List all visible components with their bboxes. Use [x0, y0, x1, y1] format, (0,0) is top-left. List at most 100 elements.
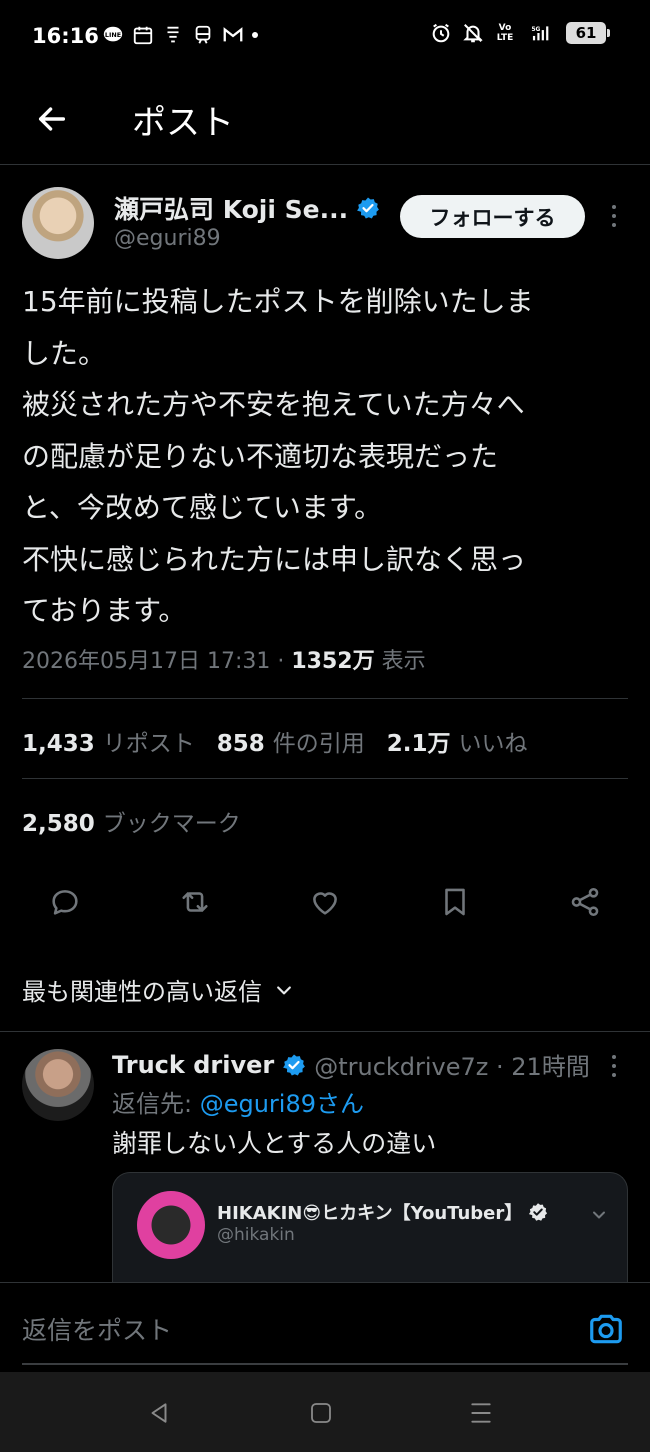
tweet-timestamp[interactable]: 2026年05月17日 17:31	[22, 649, 270, 674]
repost-icon	[182, 892, 208, 912]
reply-header: Truck driver @truckdrive7z · 21時間	[112, 1047, 590, 1082]
bookmarks-label: ブックマーク	[102, 811, 241, 837]
more-options-icon[interactable]	[602, 201, 626, 231]
author-name-row[interactable]: 瀬戸弘司 Koji Se...	[114, 190, 380, 226]
divider	[22, 698, 628, 699]
like-button[interactable]	[303, 880, 347, 924]
line-icon: LINE	[102, 24, 124, 46]
views-count: 1352万	[291, 649, 375, 674]
tweet-line: ております。	[22, 594, 187, 627]
author-name[interactable]: 瀬戸弘司 Koji Se...	[114, 190, 348, 226]
share-icon	[571, 887, 599, 917]
quotes-count: 858	[216, 731, 265, 757]
tweet-line: した。	[22, 336, 107, 370]
reply-icon	[52, 890, 78, 915]
svg-text:5G: 5G	[531, 27, 540, 33]
signal-5g-icon: 5G	[526, 22, 556, 44]
reply-text: 謝罪しない人とする人の違い	[112, 1129, 437, 1158]
svg-text:LINE: LINE	[105, 31, 121, 39]
chevron-down-icon[interactable]	[589, 1205, 609, 1225]
reply-button[interactable]	[43, 880, 87, 924]
tweet-line: 不快に感じられた方には申し訳なく思っ	[22, 542, 527, 576]
reply-author-name[interactable]: Truck driver	[112, 1051, 274, 1079]
quoted-author-handle: @hikakin	[217, 1225, 295, 1245]
triangle-back-icon	[151, 1403, 167, 1423]
status-bar: 16:16 LINE Vo LTE 5G 61	[0, 0, 650, 75]
nav-recents-button[interactable]	[466, 1398, 496, 1428]
notification-icons: LINE	[102, 24, 258, 46]
follow-button[interactable]: フォローする	[400, 195, 585, 238]
camera-icon	[590, 1314, 622, 1344]
nav-back-button[interactable]	[144, 1398, 174, 1428]
heart-icon	[313, 892, 337, 915]
system-nav-bar	[0, 1372, 650, 1452]
tweet-meta: 2026年05月17日 17:31 · 1352万 表示	[22, 643, 426, 675]
calendar-icon	[132, 24, 154, 46]
train-icon	[192, 24, 214, 46]
reply-input[interactable]: 返信をポスト	[22, 1311, 172, 1347]
reply-sort-label: 最も関連性の高い返信	[22, 978, 262, 1006]
camera-button[interactable]	[586, 1309, 626, 1349]
likes-label: いいね	[458, 731, 528, 757]
reposts-count: 1,433	[22, 731, 95, 757]
section-divider	[0, 1031, 650, 1032]
tweet-line: 15年前に投稿したポストを削除いたしま	[22, 285, 534, 318]
author-avatar[interactable]	[22, 187, 94, 259]
chevron-down-icon	[277, 985, 291, 994]
alarm-icon	[430, 22, 452, 44]
battery-indicator: 61	[566, 22, 610, 44]
tweet-line: と、今改めて感じています。	[22, 491, 383, 524]
tweet-line: 被災された方や不安を抱えていた方々へ	[22, 388, 525, 421]
page-title: ポスト	[132, 103, 234, 143]
bookmarks-stat[interactable]: 2,580 ブックマーク	[22, 804, 241, 838]
square-home-icon	[311, 1403, 331, 1423]
quoted-author-name: HIKAKIN😎ヒカキン【YouTuber】	[217, 1203, 523, 1224]
share-button[interactable]	[563, 880, 607, 924]
menu-lines-icon	[471, 1403, 491, 1423]
back-button[interactable]	[30, 97, 74, 141]
input-underline	[22, 1363, 628, 1365]
mute-icon	[462, 22, 484, 44]
verified-badge-icon	[529, 1203, 548, 1221]
reply-more-options-icon[interactable]	[602, 1052, 626, 1080]
views-label: 表示	[381, 649, 426, 674]
reply-to-prefix: 返信先:	[112, 1090, 200, 1118]
status-time: 16:16	[32, 24, 99, 48]
author-handle[interactable]: @eguri89	[114, 226, 221, 251]
gmail-icon	[222, 24, 244, 46]
reply-composer: 返信をポスト	[0, 1282, 650, 1372]
bookmarks-count: 2,580	[22, 811, 95, 837]
reposts-stat[interactable]: 1,433 リポスト	[22, 724, 195, 758]
divider	[22, 778, 628, 779]
tweet-text: 15年前に投稿したポストを削除いたしま した。 被災された方や不安を抱えていた方…	[22, 276, 622, 637]
quoted-author-avatar	[137, 1191, 205, 1259]
post-header: ポスト	[0, 75, 650, 165]
meta-separator: ·	[270, 649, 292, 674]
reply-sort-dropdown[interactable]: 最も関連性の高い返信	[22, 972, 294, 1007]
volte-icon: Vo LTE	[496, 23, 514, 43]
quotes-label: 件の引用	[272, 731, 365, 757]
likes-stat[interactable]: 2.1万 いいね	[387, 724, 528, 758]
reply-to-handle[interactable]: @eguri89さん	[200, 1090, 364, 1118]
quotes-stat[interactable]: 858 件の引用	[217, 724, 365, 758]
verified-badge-icon	[357, 197, 380, 219]
quoted-post-card[interactable]: HIKAKIN😎ヒカキン【YouTuber】 @hikakin	[112, 1172, 628, 1284]
reposts-label: リポスト	[102, 731, 195, 757]
reply-to-line: 返信先: @eguri89さん	[112, 1084, 364, 1119]
system-icons: Vo LTE 5G 61	[430, 22, 610, 44]
reply-avatar[interactable]	[22, 1049, 94, 1121]
repost-button[interactable]	[173, 880, 217, 924]
engagement-stats: 1,433 リポスト 858 件の引用 2.1万 いいね	[22, 724, 528, 758]
tweet-line: の配慮が足りない不適切な表現だった	[22, 439, 499, 473]
app-icon	[162, 24, 184, 46]
nav-home-button[interactable]	[306, 1398, 336, 1428]
likes-count: 2.1万	[386, 731, 451, 757]
bookmark-button[interactable]	[433, 880, 477, 924]
more-notifications-icon	[252, 32, 258, 38]
arrow-left-icon	[38, 107, 66, 131]
verified-badge-icon	[283, 1054, 306, 1075]
reply-author-handle[interactable]: @truckdrive7z · 21時間	[314, 1047, 590, 1082]
quoted-author-name-row: HIKAKIN😎ヒカキン【YouTuber】	[217, 1199, 548, 1225]
action-bar	[0, 880, 650, 924]
bookmark-icon	[445, 888, 465, 916]
